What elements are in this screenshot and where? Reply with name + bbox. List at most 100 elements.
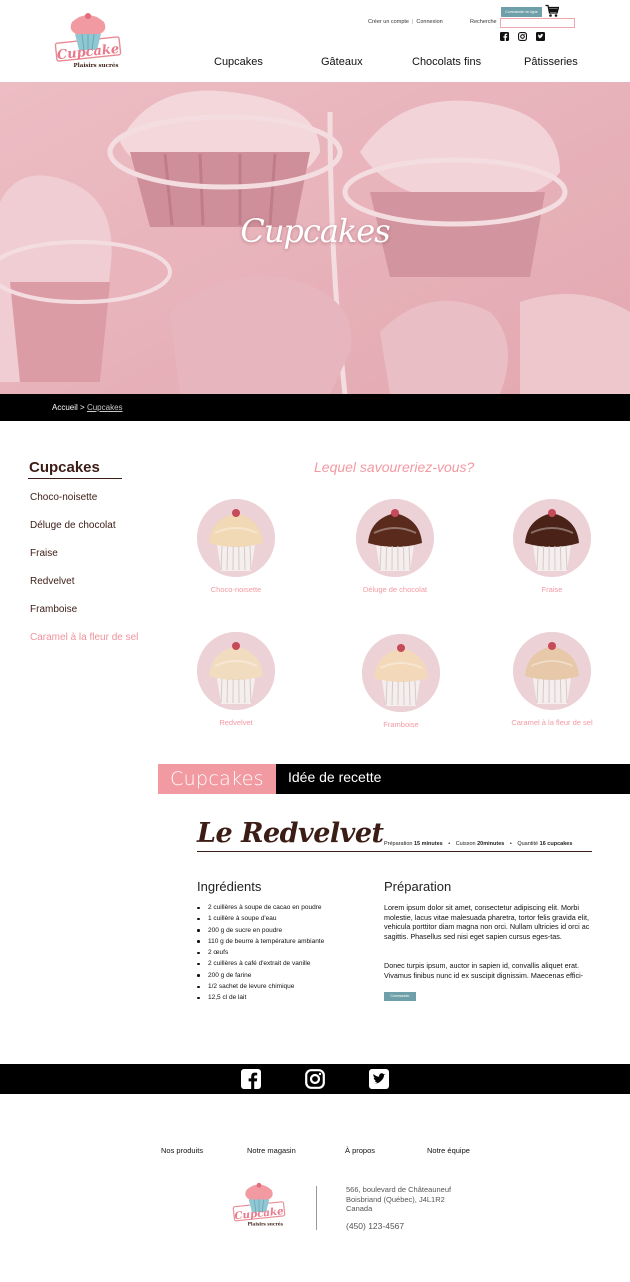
cook-time-value: 20minutes — [477, 841, 505, 847]
product-label[interactable]: Choco-noisette — [181, 585, 291, 594]
twitter-icon[interactable] — [536, 32, 545, 41]
prep-time-label: Préparation — [384, 841, 413, 847]
product-image[interactable] — [197, 499, 275, 577]
nav-gateaux[interactable]: Gâteaux — [321, 56, 363, 68]
cupcake-wrapper-line — [559, 678, 562, 704]
ingredient-item: 200 g de sucre en poudre — [197, 925, 324, 936]
sidebar-item-choco-noisette[interactable]: Choco-noisette — [30, 492, 97, 503]
breadcrumb-separator: > — [80, 403, 85, 412]
tab-cupcakes[interactable]: Cupcakes — [158, 764, 276, 794]
cupcake-wrapper-line — [542, 678, 545, 704]
product-label[interactable]: Fraise — [497, 585, 607, 594]
cupcake-topping — [397, 644, 405, 652]
cook-time-label: Cuisson — [455, 841, 476, 847]
breadcrumb-home[interactable]: Accueil — [52, 403, 78, 412]
sidebar-item-caramel[interactable]: Caramel à la fleur de sel — [30, 632, 138, 643]
product-image[interactable] — [197, 632, 275, 710]
link-separator: | — [411, 19, 414, 25]
cupcake-topping — [232, 509, 240, 517]
recipe-header-bar: Cupcakes Idée de recette — [158, 764, 630, 794]
breadcrumb-current[interactable]: Cupcakes — [87, 403, 123, 412]
sidebar-divider — [28, 478, 122, 479]
product-card[interactable]: Framboise — [346, 634, 456, 729]
product-card[interactable]: Redvelvet — [181, 632, 291, 727]
preparation-paragraph: Donec turpis ipsum, auctor in sapien id,… — [384, 961, 584, 980]
ingredient-item: 2 cuillères à café d'extrait de vanille — [197, 958, 324, 969]
order-button[interactable]: Commander — [384, 992, 416, 1001]
search-label: Recherche — [470, 19, 497, 25]
login-link[interactable]: Connexion — [416, 19, 442, 25]
recipe-divider — [197, 851, 592, 852]
facebook-icon[interactable] — [500, 32, 509, 41]
recipe-title: Le Redvelvet — [197, 818, 384, 849]
cupcake-wrapper-line — [226, 545, 229, 571]
cupcake-topping — [232, 642, 240, 650]
address-line: Canada — [346, 1204, 373, 1213]
product-image[interactable] — [356, 499, 434, 577]
product-card[interactable]: Caramel à la fleur de sel — [497, 632, 607, 727]
hero-title: Cupcakes — [240, 212, 390, 250]
cupcake-wrapper-line — [542, 545, 545, 571]
nav-chocolats[interactable]: Chocolats fins — [412, 56, 481, 68]
meta-separator: • — [509, 841, 512, 847]
footer-link-about[interactable]: À propos — [345, 1146, 375, 1155]
ingredients-title: Ingrédients — [197, 879, 262, 894]
order-online-button[interactable]: Commander en ligne — [501, 7, 542, 17]
sidebar-item-deluge-de-chocolat[interactable]: Déluge de chocolat — [30, 520, 116, 531]
sidebar-item-framboise[interactable]: Framboise — [30, 604, 77, 615]
cupcake-wrapper-line — [226, 678, 229, 704]
nav-patisseries[interactable]: Pâtisseries — [524, 56, 578, 68]
create-account-link[interactable]: Créer un compte — [368, 19, 409, 25]
product-image[interactable] — [513, 632, 591, 710]
product-label[interactable]: Caramel à la fleur de sel — [497, 718, 607, 727]
footer-social-bar — [0, 1064, 630, 1094]
cupcake-shape — [382, 680, 420, 706]
prep-time-value: 15 minutes — [413, 841, 443, 847]
sidebar-item-fraise[interactable]: Fraise — [30, 548, 58, 559]
product-label[interactable]: Déluge de chocolat — [340, 585, 450, 594]
product-card[interactable]: Fraise — [497, 499, 607, 594]
main-nav: Cupcakes Gâteaux Chocolats fins Pâtisser… — [0, 56, 630, 70]
facebook-icon[interactable] — [241, 1069, 261, 1089]
cupcake-shape — [376, 545, 414, 571]
ingredient-item: 2 œufs — [197, 947, 324, 958]
products-question: Lequel savoureriez-vous? — [314, 459, 475, 475]
cupcake-wrapper-line — [243, 545, 246, 571]
quantity-value: 16 cupcakes — [539, 841, 573, 847]
address-line: 566, boulevard de Châteauneuf — [346, 1185, 452, 1194]
product-image[interactable] — [362, 634, 440, 712]
instagram-icon[interactable] — [305, 1069, 325, 1089]
footer-cupcake-logo[interactable]: Cupcake Plaisirs sucrés — [229, 1181, 289, 1229]
hero-banner: Cupcakes — [0, 82, 630, 394]
store-phone[interactable]: (450) 123-4567 — [346, 1221, 404, 1231]
sidebar-title: Cupcakes — [29, 459, 100, 476]
ingredient-item: 200 g de farine — [197, 970, 324, 981]
cupcake-topping — [391, 509, 399, 517]
shopping-cart-icon[interactable] — [545, 4, 559, 18]
cupcake-shape — [533, 678, 571, 704]
twitter-icon[interactable] — [369, 1069, 389, 1089]
nav-cupcakes[interactable]: Cupcakes — [214, 56, 263, 68]
footer-link-team[interactable]: Notre équipe — [427, 1146, 470, 1155]
product-label[interactable]: Redvelvet — [181, 718, 291, 727]
product-image[interactable] — [513, 499, 591, 577]
instagram-icon[interactable] — [518, 32, 527, 41]
ingredient-item: 1 cuillère à soupe d'eau — [197, 913, 324, 924]
preparation-paragraph: Lorem ipsum dolor sit amet, consectetur … — [384, 903, 590, 941]
cupcake-wrapper-line — [408, 680, 411, 706]
sidebar-item-redvelvet[interactable]: Redvelvet — [30, 576, 74, 587]
product-label[interactable]: Framboise — [346, 720, 456, 729]
footer-link-store[interactable]: Notre magasin — [247, 1146, 296, 1155]
search-input[interactable] — [500, 18, 575, 28]
cupcake-wrapper-line — [385, 545, 388, 571]
address-line: Boisbriand (Québec), J4L1R2 — [346, 1194, 445, 1204]
cupcake-shape — [217, 678, 255, 704]
footer-link-products[interactable]: Nos produits — [161, 1146, 203, 1155]
ingredient-item: 110 g de beurre à température ambiante — [197, 936, 324, 947]
breadcrumb: Accueil > Cupcakes — [0, 394, 630, 421]
product-card[interactable]: Choco-noisette — [181, 499, 291, 594]
header-social-icons — [500, 32, 545, 41]
cupcake-shape — [217, 545, 255, 571]
preparation-title: Préparation — [384, 879, 452, 894]
product-card[interactable]: Déluge de chocolat — [340, 499, 450, 594]
